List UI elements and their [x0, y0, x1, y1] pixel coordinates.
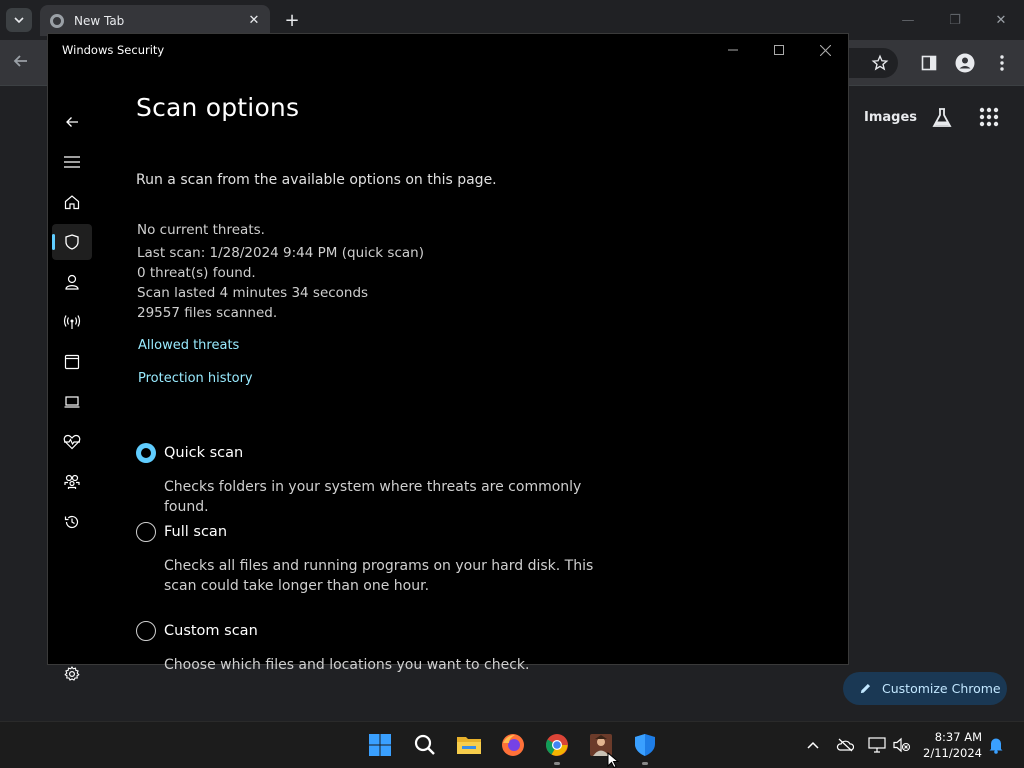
ws-title-bar[interactable]: Windows Security	[48, 34, 848, 66]
allowed-threats-link[interactable]: Allowed threats	[138, 338, 239, 353]
tab-title: New Tab	[74, 13, 125, 28]
labs-flask-icon[interactable]	[930, 106, 954, 130]
clock-time: 8:37 AM	[934, 730, 982, 744]
nav-item-virus-protection[interactable]	[52, 224, 92, 260]
family-icon	[64, 474, 80, 489]
bookmark-star-icon[interactable]	[869, 52, 891, 74]
file-explorer-icon[interactable]	[454, 730, 484, 760]
quick-scan-radio[interactable]	[136, 443, 156, 463]
home-icon	[64, 195, 80, 210]
threats-found-count: 0 threat(s) found.	[137, 265, 256, 281]
history-icon	[64, 515, 79, 529]
files-scanned-count: 29557 files scanned.	[137, 305, 278, 321]
customize-chrome-button[interactable]: Customize Chrome	[843, 672, 1007, 705]
nav-active-indicator	[52, 234, 55, 250]
tab-search-button[interactable]	[6, 8, 32, 32]
heart-pulse-icon	[63, 434, 81, 450]
nav-item-family-options[interactable]	[52, 464, 92, 500]
pencil-icon	[860, 683, 871, 694]
laptop-icon	[64, 396, 80, 408]
ws-close-icon[interactable]	[805, 38, 845, 62]
ws-minimize-icon[interactable]	[713, 38, 753, 62]
custom-scan-label: Custom scan	[164, 623, 258, 639]
last-scan-info: Last scan: 1/28/2024 9:44 PM (quick scan…	[137, 245, 424, 261]
threat-status: No current threats.	[137, 222, 265, 238]
images-link[interactable]: Images	[864, 110, 917, 125]
nav-item-protection-history[interactable]	[52, 504, 92, 540]
mouse-cursor-icon	[607, 751, 620, 768]
clock-date: 2/11/2024	[923, 746, 982, 760]
chrome-icon[interactable]	[542, 730, 572, 765]
settings-icon	[64, 666, 80, 681]
page-subtitle: Run a scan from the available options on…	[136, 172, 497, 188]
nav-item-firewall[interactable]	[52, 304, 92, 340]
page-title: Scan options	[136, 93, 300, 122]
ws-maximize-icon[interactable]	[759, 38, 799, 62]
chrome-restore-icon[interactable]: ❐	[940, 8, 970, 32]
windows-security-window: Windows Security Scan options Run a scan…	[47, 33, 849, 681]
quick-scan-description: Checks folders in your system where thre…	[164, 479, 582, 515]
antenna-icon	[63, 315, 81, 329]
windows-start-icon[interactable]	[365, 730, 395, 760]
notification-bell-icon[interactable]	[986, 735, 1006, 755]
nav-item-settings[interactable]	[52, 656, 92, 692]
volume-muted-icon[interactable]	[892, 735, 912, 755]
windows-security-icon[interactable]	[630, 730, 660, 765]
chrome-favicon-icon	[50, 13, 64, 28]
system-clock[interactable]: 8:37 AM 2/11/2024	[918, 729, 982, 761]
new-tab-button[interactable]: +	[280, 8, 304, 32]
full-scan-radio[interactable]	[136, 522, 156, 542]
chrome-minimize-icon[interactable]: —	[893, 8, 923, 32]
full-scan-option[interactable]: Full scan	[136, 522, 227, 542]
ws-back-button[interactable]	[52, 104, 92, 140]
nav-item-home[interactable]	[52, 184, 92, 220]
chrome-menu-icon[interactable]	[991, 52, 1013, 74]
tray-overflow-chevron-icon[interactable]	[803, 735, 823, 755]
menu-icon	[64, 156, 80, 168]
nav-item-device-performance[interactable]	[52, 424, 92, 460]
browser-back-icon[interactable]	[12, 52, 34, 74]
nav-item-account-protection[interactable]	[52, 264, 92, 300]
chrome-running-indicator	[554, 762, 560, 765]
nav-item-device-security[interactable]	[52, 384, 92, 420]
chrome-close-icon[interactable]: ✕	[986, 8, 1016, 32]
quick-scan-label: Quick scan	[164, 445, 244, 461]
back-icon	[66, 117, 78, 127]
onedrive-icon[interactable]	[835, 735, 855, 755]
shield-icon	[65, 234, 79, 250]
person-icon	[65, 274, 79, 290]
full-scan-description: Checks all files and running programs on…	[164, 558, 594, 594]
firefox-icon[interactable]	[498, 730, 528, 760]
taskbar: 8:37 AM 2/11/2024	[0, 721, 1024, 768]
security-running-indicator	[642, 762, 648, 765]
network-icon[interactable]	[867, 735, 887, 755]
full-scan-label: Full scan	[164, 524, 228, 540]
scan-duration: Scan lasted 4 minutes 34 seconds	[137, 285, 369, 301]
custom-scan-description: Choose which files and locations you wan…	[164, 657, 530, 673]
search-icon[interactable]	[410, 730, 440, 760]
protection-history-link[interactable]: Protection history	[138, 371, 253, 386]
custom-scan-radio[interactable]	[136, 621, 156, 641]
chrome-tab-new-tab[interactable]: New Tab ✕	[40, 5, 270, 36]
google-apps-icon[interactable]	[979, 107, 1001, 129]
chevron-down-icon	[14, 17, 24, 24]
ws-nav-rail	[48, 66, 96, 681]
browser-window-icon	[64, 354, 80, 370]
custom-scan-option[interactable]: Custom scan	[136, 621, 258, 641]
profile-icon[interactable]	[954, 52, 976, 74]
side-panel-icon[interactable]	[918, 52, 940, 74]
ws-menu-button[interactable]	[52, 144, 92, 180]
close-tab-icon[interactable]: ✕	[244, 11, 264, 31]
nav-item-app-browser-control[interactable]	[52, 344, 92, 380]
ws-window-title: Windows Security	[62, 43, 165, 57]
customize-chrome-label: Customize Chrome	[882, 681, 1001, 696]
quick-scan-option[interactable]: Quick scan	[136, 443, 243, 463]
